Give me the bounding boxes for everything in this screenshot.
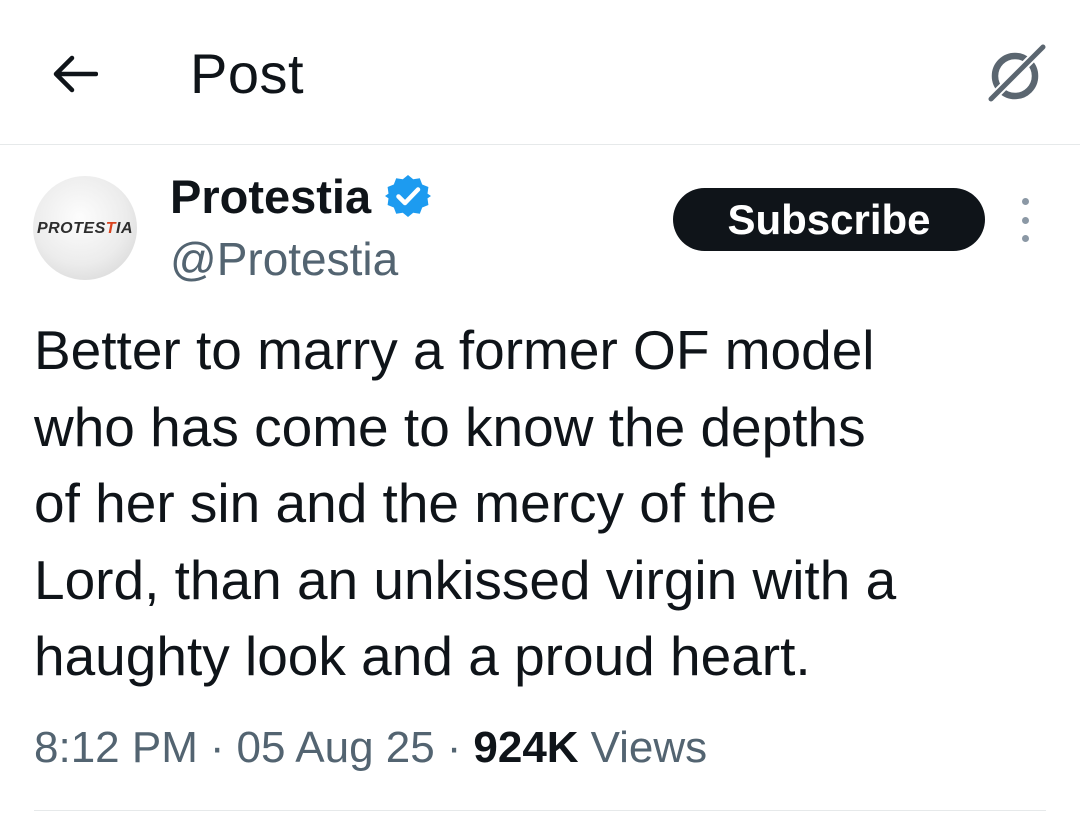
post-time[interactable]: 8:12 PM: [34, 723, 198, 773]
post-text-line: who has come to know the depths: [34, 395, 866, 458]
arrow-left-icon: [53, 55, 98, 93]
post-text-line: Lord, than an unkissed virgin with a: [34, 548, 897, 611]
more-vertical-icon-dot: [1021, 198, 1029, 205]
meta-separator: ·: [209, 723, 225, 772]
grok-icon: [985, 41, 1049, 105]
verified-badge-icon: [385, 175, 432, 217]
more-options-button[interactable]: [1013, 198, 1037, 242]
meta-separator: ·: [446, 723, 462, 772]
subscribe-button[interactable]: Subscribe: [673, 188, 985, 251]
back-button[interactable]: [48, 50, 102, 98]
post-metadata: 8:12 PM · 05 Aug 25 · 924K Views: [34, 718, 707, 778]
post-text-line: of her sin and the mercy of the: [34, 472, 777, 534]
more-vertical-icon-dot: [1021, 216, 1029, 224]
post-text-line: Better to marry a former OF model: [34, 319, 875, 381]
avatar-logo-text: PROTESTIA: [36, 220, 134, 237]
post-date[interactable]: 05 Aug 25: [237, 723, 435, 773]
more-vertical-icon-dot: [1021, 235, 1029, 242]
top-bar: Post: [0, 0, 1080, 145]
grok-button[interactable]: [982, 40, 1049, 106]
views-label[interactable]: Views: [591, 723, 708, 773]
avatar[interactable]: PROTESTIA: [33, 176, 137, 280]
post-text-line: haughty look and a proud heart.: [34, 625, 811, 687]
divider: [34, 810, 1046, 811]
author-handle[interactable]: @Protestia: [170, 232, 398, 286]
author-name[interactable]: Protestia: [170, 169, 371, 224]
views-count[interactable]: 924K: [473, 723, 578, 773]
author-name-row: Protestia: [170, 166, 432, 226]
post-text: Better to marry a former OF model who ha…: [34, 312, 1044, 695]
page-title: Post: [190, 42, 305, 105]
